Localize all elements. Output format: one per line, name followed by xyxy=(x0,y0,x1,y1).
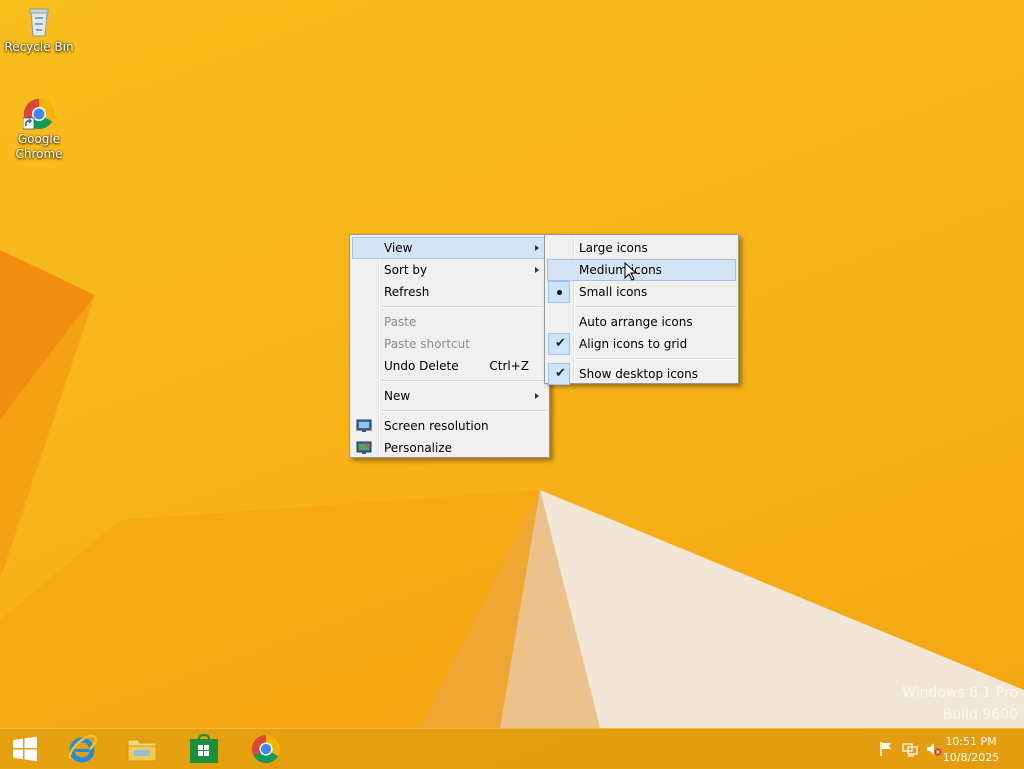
desktop-icon-label: Google Chrome xyxy=(15,132,63,161)
radio-selected-indicator xyxy=(548,281,570,303)
menu-item-show-desktop-icons[interactable]: ✔ Show desktop icons xyxy=(547,363,736,385)
taskbar-clock[interactable]: 10:51 PM 10/8/2025 xyxy=(936,734,1006,766)
menu-item-label: Screen resolution xyxy=(384,419,489,433)
action-center-flag-icon[interactable] xyxy=(878,741,894,757)
view-submenu: Large icons Medium icons Small icons Aut… xyxy=(544,234,739,385)
menu-item-label: Sort by xyxy=(384,263,428,277)
clock-time: 10:51 PM xyxy=(945,735,997,748)
menu-item-label: Paste shortcut xyxy=(384,337,470,351)
checkmark-icon: ✔ xyxy=(555,336,566,351)
submenu-arrow-icon xyxy=(535,267,539,273)
submenu-arrow-icon xyxy=(535,245,539,251)
desktop-icon-label: Recycle Bin xyxy=(4,40,74,54)
menu-separator xyxy=(382,380,547,382)
menu-item-label: Auto arrange icons xyxy=(579,315,693,329)
checkmark-indicator: ✔ xyxy=(548,333,570,355)
notification-area: 10:51 PM 10/8/2025 xyxy=(864,729,1024,769)
network-icon[interactable] xyxy=(902,741,918,757)
menu-item-new[interactable]: New xyxy=(352,385,547,407)
menu-separator xyxy=(577,306,736,308)
menu-item-view[interactable]: View xyxy=(352,237,547,259)
chrome-icon xyxy=(23,99,55,130)
menu-item-label: New xyxy=(384,389,411,403)
menu-item-paste: Paste xyxy=(352,311,547,333)
menu-item-personalize[interactable]: Personalize xyxy=(352,437,547,459)
menu-item-label: Small icons xyxy=(579,285,648,299)
menu-item-label: Large icons xyxy=(579,241,648,255)
menu-item-label: Undo Delete xyxy=(384,359,459,373)
recycle-bin-icon xyxy=(29,8,49,37)
menu-item-medium-icons[interactable]: Medium icons xyxy=(547,259,736,281)
taskbar-file-explorer[interactable] xyxy=(112,729,172,769)
menu-separator xyxy=(382,410,547,412)
menu-item-sort-by[interactable]: Sort by xyxy=(352,259,547,281)
submenu-arrow-icon xyxy=(535,393,539,399)
desktop-icon-recycle-bin[interactable]: Recycle Bin xyxy=(0,6,78,55)
menu-item-label: Medium icons xyxy=(579,263,662,277)
menu-separator xyxy=(577,358,736,360)
desktop-context-menu: View Sort by Refresh Paste Paste shortcu… xyxy=(349,234,550,458)
menu-item-refresh[interactable]: Refresh xyxy=(352,281,547,303)
checkmark-indicator: ✔ xyxy=(548,363,570,385)
screen-resolution-icon xyxy=(356,419,372,432)
menu-item-small-icons[interactable]: Small icons xyxy=(547,281,736,303)
start-button[interactable] xyxy=(0,729,50,769)
ie-icon xyxy=(68,734,98,763)
bullet-icon xyxy=(557,290,562,295)
menu-item-screen-resolution[interactable]: Screen resolution xyxy=(352,415,547,437)
personalize-icon xyxy=(356,441,372,454)
windows-logo-icon xyxy=(13,736,37,762)
folder-icon xyxy=(127,739,157,762)
menu-item-label: Refresh xyxy=(384,285,430,299)
menu-item-label: Personalize xyxy=(384,441,453,455)
taskbar-internet-explorer[interactable] xyxy=(52,729,112,769)
windows-watermark: Windows 8.1 Pro Build 9600 xyxy=(902,685,1018,723)
menu-item-undo-delete[interactable]: Undo Delete Ctrl+Z xyxy=(352,355,547,377)
store-icon xyxy=(190,734,218,763)
menu-item-paste-shortcut: Paste shortcut xyxy=(352,333,547,355)
watermark-build: Build 9600 xyxy=(942,707,1018,723)
menu-item-accelerator: Ctrl+Z xyxy=(489,359,529,373)
mouse-pointer-icon xyxy=(624,262,638,281)
menu-item-label: Paste xyxy=(384,315,417,329)
checkmark-icon: ✔ xyxy=(555,366,566,381)
taskbar: 10:51 PM 10/8/2025 xyxy=(0,728,1024,769)
menu-item-align-icons-to-grid[interactable]: ✔ Align icons to grid xyxy=(547,333,736,355)
watermark-edition: Windows 8.1 Pro xyxy=(902,685,1018,701)
taskbar-google-chrome[interactable] xyxy=(236,729,296,769)
menu-item-label: Show desktop icons xyxy=(579,367,699,381)
menu-item-label: View xyxy=(384,241,413,255)
menu-separator xyxy=(382,306,547,308)
chrome-icon xyxy=(251,734,281,764)
taskbar-store[interactable] xyxy=(174,729,234,769)
menu-item-auto-arrange-icons[interactable]: Auto arrange icons xyxy=(547,311,736,333)
clock-date: 10/8/2025 xyxy=(942,751,1000,764)
menu-item-label: Align icons to grid xyxy=(579,337,688,351)
desktop-icon-google-chrome[interactable]: Google Chrome xyxy=(0,98,78,162)
menu-item-large-icons[interactable]: Large icons xyxy=(547,237,736,259)
